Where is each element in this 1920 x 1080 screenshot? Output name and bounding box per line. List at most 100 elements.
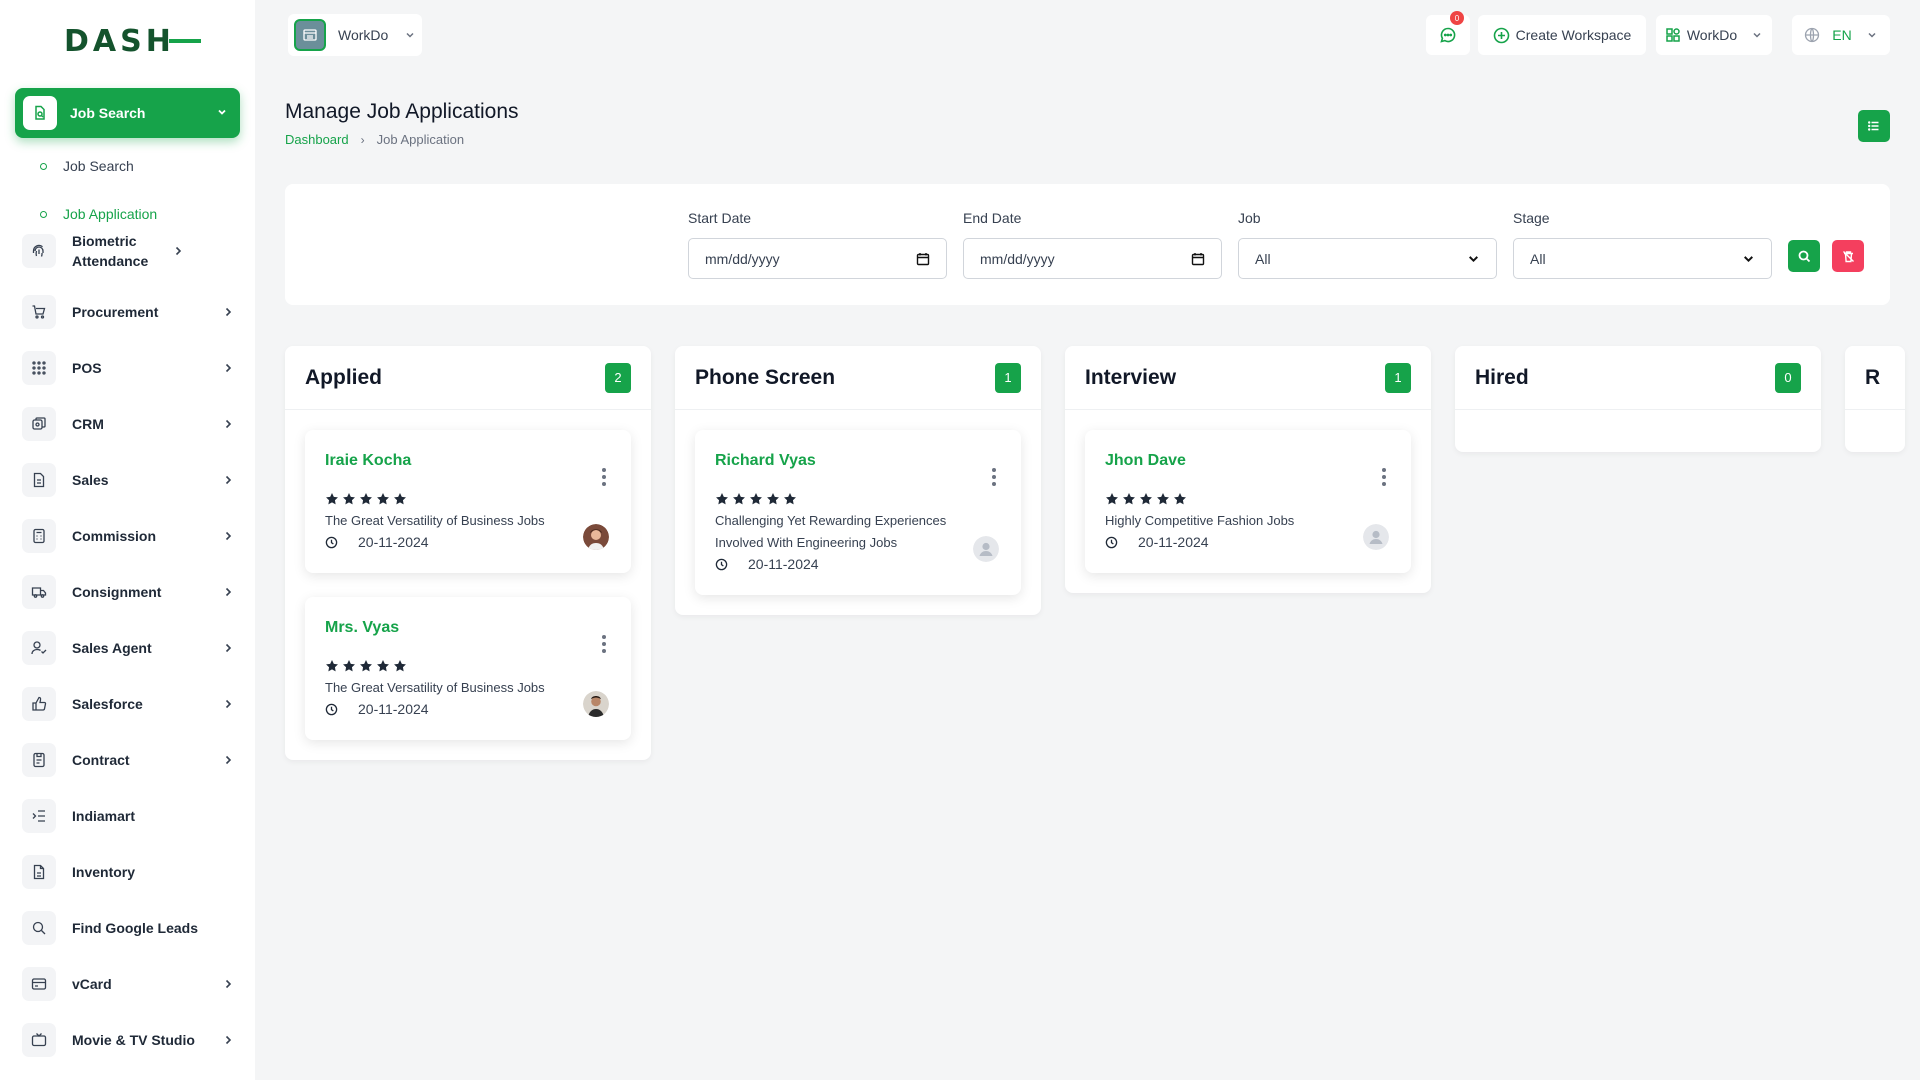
job-title: The Great Versatility of Business Jobs bbox=[325, 680, 545, 695]
date-text: 20-11-2024 bbox=[1138, 534, 1209, 550]
job-select-value: All bbox=[1255, 250, 1271, 267]
chevron-down-icon bbox=[216, 106, 228, 121]
sidebar-item-label: Biometric Attendance bbox=[72, 233, 149, 269]
date-text: 20-11-2024 bbox=[358, 701, 429, 717]
applied-date: 20-11-2024 bbox=[715, 554, 1001, 575]
chevron-right-icon bbox=[222, 360, 234, 376]
rating-stars bbox=[1105, 492, 1391, 506]
workspace-menu-button[interactable]: WorkDo bbox=[1656, 15, 1772, 55]
end-date-group: End Date mm/dd/yyyy bbox=[963, 210, 1222, 279]
applicant-card[interactable]: Jhon Dave Highly Competitive Fashion Jobs… bbox=[1085, 430, 1411, 573]
logo[interactable]: DASH bbox=[64, 23, 201, 59]
workspace-label: WorkDo bbox=[338, 27, 389, 43]
applicant-name[interactable]: Jhon Dave bbox=[1105, 452, 1391, 470]
chevron-right-icon bbox=[222, 304, 234, 320]
notification-badge: 0 bbox=[1450, 11, 1464, 25]
logo-text: DASH bbox=[64, 23, 175, 59]
clock-icon bbox=[325, 703, 348, 716]
more-options-icon[interactable] bbox=[1379, 468, 1389, 486]
list-icon bbox=[1868, 121, 1879, 131]
sidebar-item-label: Indiamart bbox=[72, 808, 136, 824]
column-header: Hired 0 bbox=[1455, 346, 1821, 410]
list-view-button[interactable] bbox=[1858, 110, 1890, 142]
sidebar-item-crm[interactable]: CRM bbox=[22, 407, 234, 441]
stage-column-applied: Applied 2 Iraie Kocha The Great Versatility… bbox=[285, 346, 651, 760]
job-title: The Great Versatility of Business Jobs bbox=[325, 513, 545, 528]
applicant-card[interactable]: Mrs. Vyas The Great Versatility of Busine… bbox=[305, 597, 631, 740]
sidebar-item-commission[interactable]: Commission bbox=[22, 519, 234, 553]
chevron-right-icon bbox=[222, 584, 234, 600]
applicant-name[interactable]: Iraie Kocha bbox=[325, 452, 611, 470]
language-selector[interactable]: EN bbox=[1792, 15, 1890, 55]
calendar-icon bbox=[1191, 252, 1205, 265]
sidebar-item-label: Find Google Leads bbox=[72, 920, 199, 936]
sidebar-item-sales-agent[interactable]: Sales Agent bbox=[22, 631, 234, 665]
breadcrumb-dashboard[interactable]: Dashboard bbox=[285, 132, 349, 147]
more-options-icon[interactable] bbox=[599, 635, 609, 653]
sidebar-item-pos[interactable]: POS bbox=[22, 351, 234, 385]
sidebar-item-indiamart[interactable]: Indiamart bbox=[22, 799, 234, 833]
end-date-input[interactable]: mm/dd/yyyy bbox=[963, 238, 1222, 279]
workspace-switcher[interactable]: WorkDo bbox=[288, 14, 422, 56]
chat-icon bbox=[1440, 27, 1456, 43]
page-title: Manage Job Applications bbox=[285, 100, 519, 123]
sidebar-item-contract[interactable]: Contract bbox=[22, 743, 234, 777]
date-text: 20-11-2024 bbox=[358, 534, 429, 550]
sidebar-item-inventory[interactable]: Inventory bbox=[22, 855, 234, 889]
sidebar-item-find-google-leads[interactable]: Find Google Leads bbox=[22, 911, 234, 945]
avatar bbox=[1363, 524, 1389, 550]
chevron-right-icon bbox=[222, 416, 234, 432]
sidebar-item-label: Contract bbox=[72, 752, 130, 768]
clock-icon bbox=[325, 536, 348, 549]
sidebar-item-consignment[interactable]: Consignment bbox=[22, 575, 234, 609]
chevron-right-icon: › bbox=[360, 132, 365, 147]
stage-select[interactable]: All bbox=[1513, 238, 1772, 279]
sidebar-item-label: Procurement bbox=[72, 304, 159, 320]
crm-icon bbox=[22, 407, 56, 441]
indent-icon bbox=[22, 799, 56, 833]
job-select[interactable]: All bbox=[1238, 238, 1497, 279]
submenu-job-application[interactable]: Job Application bbox=[40, 202, 157, 226]
sidebar-item-biometric-attendance[interactable]: Biometric Attendance bbox=[22, 231, 234, 271]
avatar bbox=[973, 536, 999, 562]
create-workspace-button[interactable]: Create Workspace bbox=[1478, 15, 1646, 55]
column-title: Applied bbox=[305, 365, 382, 389]
sidebar-item-label: Salesforce bbox=[72, 696, 143, 712]
stage-column-r: R bbox=[1845, 346, 1905, 452]
job-filter-label: Job bbox=[1238, 210, 1261, 226]
applicant-card[interactable]: Iraie Kocha The Great Versatility of Busi… bbox=[305, 430, 631, 573]
sidebar-item-procurement[interactable]: Procurement bbox=[22, 295, 234, 329]
bullet-icon bbox=[40, 210, 47, 218]
applicant-name[interactable]: Mrs. Vyas bbox=[325, 619, 611, 637]
workspace-icon bbox=[294, 19, 326, 51]
sidebar-item-sales[interactable]: Sales bbox=[22, 463, 234, 497]
trash-off-icon bbox=[1842, 250, 1854, 262]
chevron-down-icon bbox=[1744, 256, 1753, 263]
applied-date: 20-11-2024 bbox=[1105, 532, 1391, 553]
applicant-card[interactable]: Richard Vyas Challenging Yet Rewarding Ex… bbox=[695, 430, 1021, 595]
start-date-group: Start Date mm/dd/yyyy bbox=[688, 210, 947, 279]
sidebar-item-movie-tv-studio[interactable]: Movie & TV Studio bbox=[22, 1023, 234, 1057]
start-date-label: Start Date bbox=[688, 210, 752, 226]
sidebar-item-job-search[interactable]: Job Search bbox=[15, 88, 240, 138]
create-workspace-label: Create Workspace bbox=[1515, 27, 1632, 43]
reset-filter-button[interactable] bbox=[1832, 240, 1864, 272]
applicant-name[interactable]: Richard Vyas bbox=[715, 452, 1001, 470]
start-date-input[interactable]: mm/dd/yyyy bbox=[688, 238, 947, 279]
stage-select-value: All bbox=[1530, 250, 1546, 267]
workspace-menu-label: WorkDo bbox=[1686, 27, 1738, 43]
messages-button[interactable]: 0 bbox=[1426, 11, 1470, 55]
more-options-icon[interactable] bbox=[989, 468, 999, 486]
search-button[interactable] bbox=[1788, 240, 1820, 272]
sidebar-item-label: CRM bbox=[72, 416, 104, 432]
more-options-icon[interactable] bbox=[599, 468, 609, 486]
submenu-job-search[interactable]: Job Search bbox=[40, 154, 134, 178]
calculator-icon bbox=[22, 519, 56, 553]
sidebar-item-salesforce[interactable]: Salesforce bbox=[22, 687, 234, 721]
sidebar-item-vcard[interactable]: vCard bbox=[22, 967, 234, 1001]
contract-icon bbox=[22, 743, 56, 777]
stage-column-interview: Interview 1 Jhon Dave Highly Competitive Fa… bbox=[1065, 346, 1431, 593]
column-count-badge: 0 bbox=[1775, 362, 1801, 393]
submenu-label: Job Application bbox=[63, 206, 158, 222]
stage-column-hired: Hired 0 bbox=[1455, 346, 1821, 452]
